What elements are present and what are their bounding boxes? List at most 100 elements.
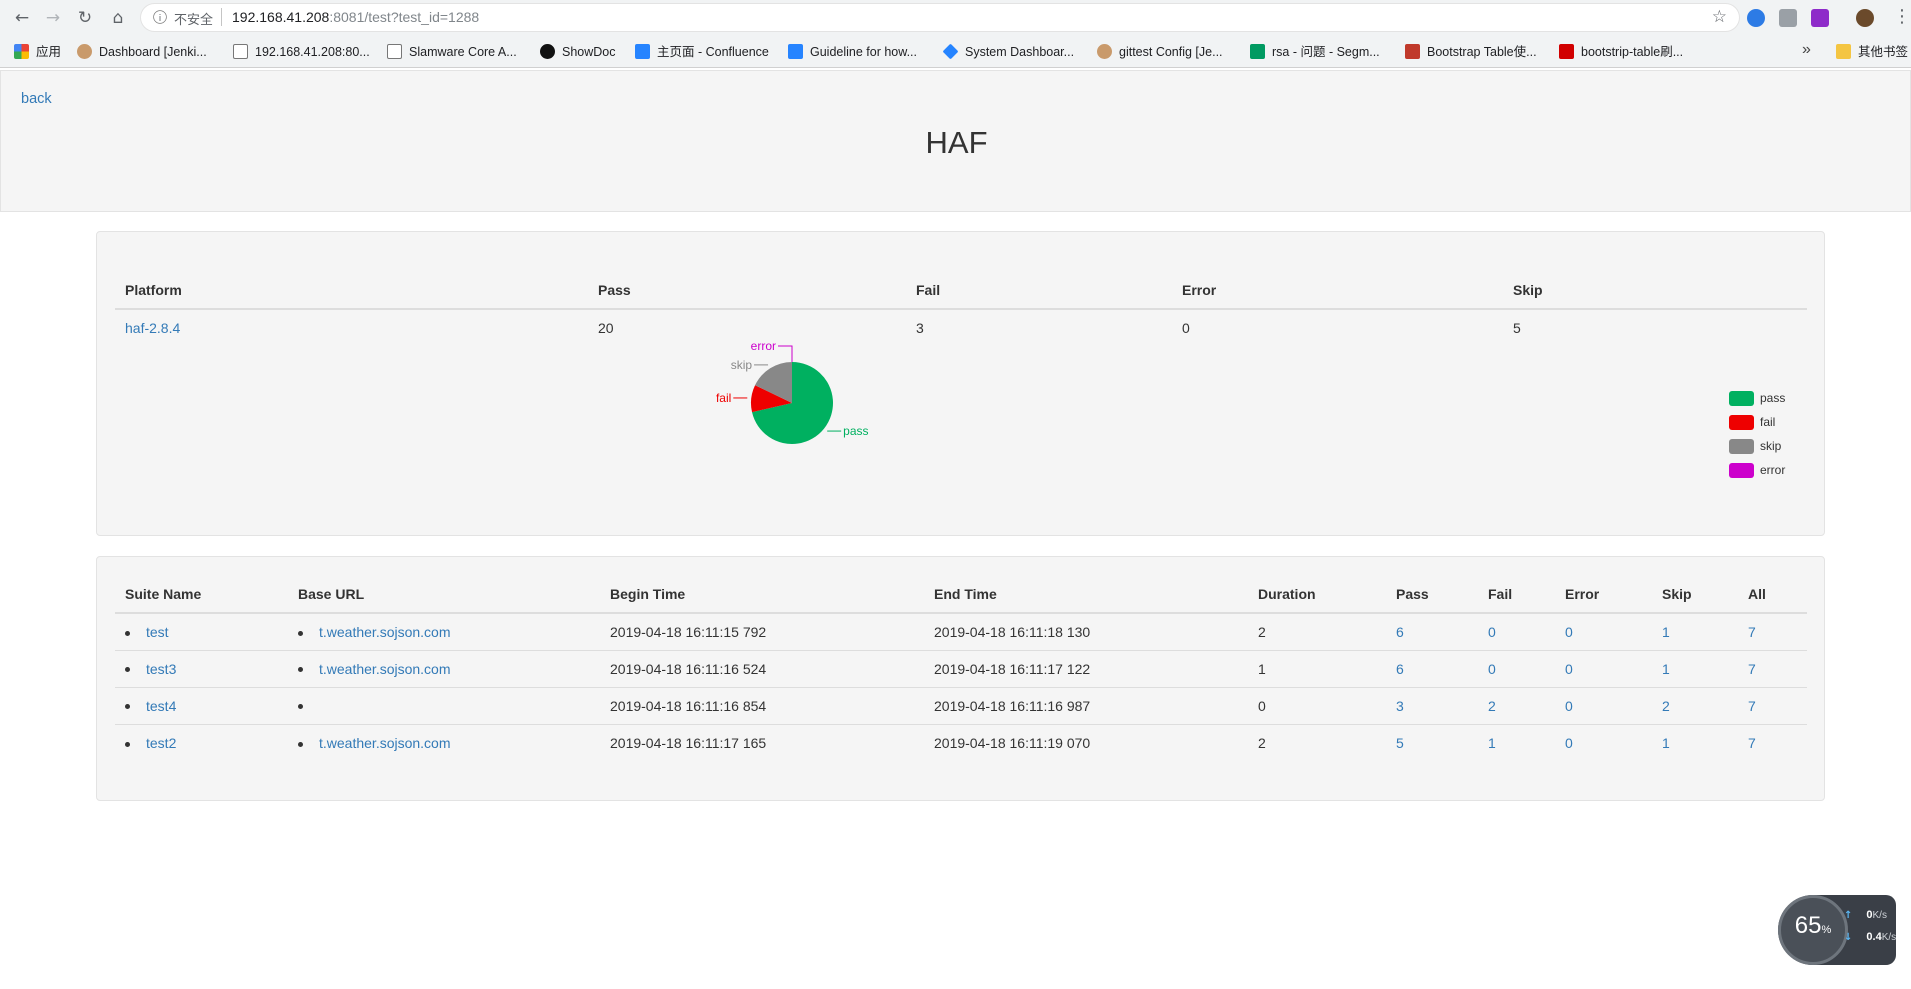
- jira-icon: [942, 43, 959, 60]
- legend-item-error[interactable]: error: [1729, 462, 1785, 486]
- pass-link[interactable]: 5: [1396, 735, 1404, 751]
- end-time: 2019-04-18 16:11:19 070: [924, 723, 1248, 761]
- legend-item-skip[interactable]: skip: [1729, 438, 1785, 462]
- other-bookmarks-folder[interactable]: 其他书签: [1836, 43, 1908, 61]
- fail-cell: 0: [1478, 613, 1555, 650]
- bookmark-item[interactable]: Guideline for how...: [788, 43, 917, 61]
- insecure-label: 不安全: [174, 12, 214, 27]
- bookmark-star-icon[interactable]: ☆: [1712, 7, 1727, 27]
- error-link[interactable]: 0: [1565, 624, 1573, 640]
- skip-link[interactable]: 2: [1662, 698, 1670, 714]
- skip-cell: 2: [1652, 686, 1738, 724]
- begin-time: 2019-04-18 16:11:16 524: [600, 649, 924, 687]
- reload-icon[interactable]: ↻: [73, 6, 97, 30]
- base-url-cell: [288, 686, 600, 724]
- error-link[interactable]: 0: [1565, 661, 1573, 677]
- summary-panel: Platform Pass Fail Error Skip haf-2.8.4 …: [96, 231, 1825, 536]
- bookmark-item[interactable]: Slamware Core A...: [387, 43, 517, 61]
- folder-icon: [1836, 44, 1851, 59]
- leader-line-error: [778, 345, 793, 362]
- pass-cell: 6: [1386, 613, 1478, 650]
- pass-link[interactable]: 6: [1396, 661, 1404, 677]
- skip-link[interactable]: 1: [1662, 661, 1670, 677]
- legend-item-pass[interactable]: pass: [1729, 390, 1785, 414]
- all-link[interactable]: 7: [1748, 661, 1756, 677]
- suite-link[interactable]: test4: [146, 698, 176, 714]
- base-url-link[interactable]: t.weather.sojson.com: [319, 735, 451, 751]
- info-icon[interactable]: i: [153, 10, 167, 24]
- skip-cell: 1: [1652, 723, 1738, 761]
- back-link[interactable]: back: [21, 91, 52, 107]
- suite-link[interactable]: test3: [146, 661, 176, 677]
- upload-arrow-icon: ↑: [1844, 910, 1853, 921]
- csdn-icon: [1559, 44, 1574, 59]
- column-header: All: [1738, 576, 1807, 614]
- download-arrow-icon: ↓: [1844, 932, 1853, 943]
- browser-toolbar: ← → ↻ ⌂ i 不安全 192.168.41.208:8081/test?t…: [0, 0, 1911, 36]
- bookmark-item[interactable]: ShowDoc: [540, 43, 616, 61]
- bullet-icon: [125, 704, 130, 710]
- all-link[interactable]: 7: [1748, 735, 1756, 751]
- duration: 2: [1248, 723, 1386, 761]
- all-link[interactable]: 7: [1748, 698, 1756, 714]
- error-cell: 0: [1555, 613, 1652, 650]
- fail-link[interactable]: 0: [1488, 624, 1496, 640]
- chart-legend: pass fail skip error: [1729, 390, 1785, 486]
- address-bar[interactable]: i 不安全 192.168.41.208:8081/test?test_id=1…: [141, 4, 1739, 31]
- error-link[interactable]: 0: [1565, 698, 1573, 714]
- bookmark-item[interactable]: bootstrip-table刷...: [1559, 43, 1683, 61]
- suite-link[interactable]: test: [146, 624, 169, 640]
- bullet-icon: [298, 704, 303, 710]
- skip-link[interactable]: 1: [1662, 735, 1670, 751]
- fail-link[interactable]: 1: [1488, 735, 1496, 751]
- all-cell: 7: [1738, 649, 1807, 687]
- bookmark-item[interactable]: gittest Config [Je...: [1097, 43, 1223, 61]
- column-header: Error: [1555, 576, 1652, 614]
- extension-icon-3[interactable]: [1811, 9, 1829, 27]
- bookmark-item[interactable]: 192.168.41.208:80...: [233, 43, 370, 61]
- column-header: Fail: [1478, 576, 1555, 614]
- bullet-icon: [125, 630, 130, 636]
- bookmark-item[interactable]: System Dashboar...: [942, 43, 1074, 61]
- error-link[interactable]: 0: [1565, 735, 1573, 751]
- fail-link[interactable]: 2: [1488, 698, 1496, 714]
- bookmark-item[interactable]: Dashboard [Jenki...: [77, 43, 207, 61]
- extension-icon-2[interactable]: [1779, 9, 1797, 27]
- fail-link[interactable]: 0: [1488, 661, 1496, 677]
- browser-menu-icon[interactable]: ⋮: [1893, 6, 1911, 27]
- legend-swatch: [1729, 415, 1754, 430]
- column-header: Duration: [1248, 576, 1386, 614]
- bookmark-item[interactable]: 主页面 - Confluence: [635, 43, 769, 61]
- all-link[interactable]: 7: [1748, 624, 1756, 640]
- legend-item-fail[interactable]: fail: [1729, 414, 1785, 438]
- extension-icon-1[interactable]: [1747, 9, 1765, 27]
- back-arrow-icon[interactable]: ←: [10, 6, 34, 30]
- bookmark-item[interactable]: rsa - 问题 - Segm...: [1250, 43, 1380, 61]
- suite-link[interactable]: test2: [146, 735, 176, 751]
- table-row: test3 t.weather.sojson.com 2019-04-18 16…: [115, 649, 1807, 687]
- pass-cell: 3: [1386, 686, 1478, 724]
- jenkins-icon: [77, 44, 92, 59]
- download-speed: ↓ 0.4K/s: [1844, 931, 1897, 943]
- omnibox-divider: [221, 8, 222, 26]
- skip-link[interactable]: 1: [1662, 624, 1670, 640]
- more-bookmarks-icon[interactable]: »: [1802, 41, 1811, 59]
- url-text[interactable]: 192.168.41.208:8081/test?test_id=1288: [232, 9, 479, 25]
- bookmark-item[interactable]: 应用: [14, 43, 61, 61]
- base-url-link[interactable]: t.weather.sojson.com: [319, 661, 451, 677]
- suites-panel: Suite Name Base URL Begin Time End Time …: [96, 556, 1825, 801]
- home-icon[interactable]: ⌂: [106, 6, 130, 30]
- forward-arrow-icon[interactable]: →: [41, 6, 65, 30]
- page-title: HAF: [925, 125, 988, 160]
- error-cell: 0: [1555, 723, 1652, 761]
- profile-avatar[interactable]: [1856, 9, 1874, 27]
- duration: 0: [1248, 686, 1386, 724]
- legend-swatch: [1729, 391, 1754, 406]
- pass-link[interactable]: 3: [1396, 698, 1404, 714]
- base-url-link[interactable]: t.weather.sojson.com: [319, 624, 451, 640]
- showdoc-icon: [540, 44, 555, 59]
- memory-usage-percent: 65%: [1794, 912, 1832, 939]
- pass-link[interactable]: 6: [1396, 624, 1404, 640]
- bookmark-item[interactable]: Bootstrap Table使...: [1405, 43, 1537, 61]
- bootstrap-icon: [1405, 44, 1420, 59]
